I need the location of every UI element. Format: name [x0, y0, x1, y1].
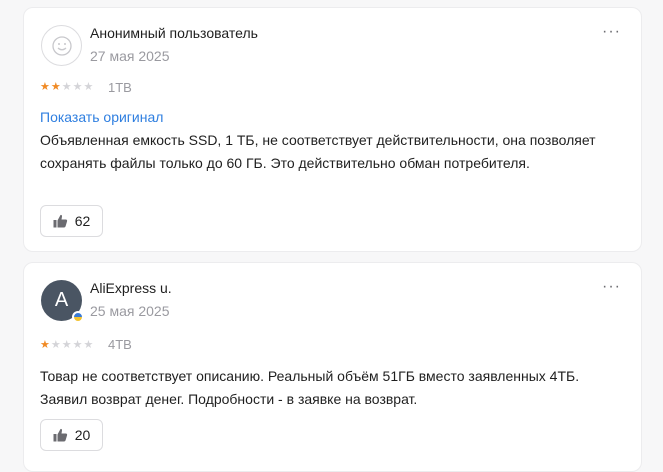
flag-badge-icon — [72, 311, 84, 323]
avatar: A — [41, 280, 84, 323]
like-count: 62 — [74, 213, 91, 229]
like-button[interactable]: 20 — [40, 419, 103, 451]
thumbs-up-icon — [53, 214, 67, 228]
product-variant: 4TB — [108, 337, 132, 352]
star-icon: ★ — [40, 339, 50, 351]
star-icon: ★ — [40, 81, 50, 93]
star-rating: ★ ★ ★ ★ ★ — [40, 82, 93, 93]
star-icon: ★ — [83, 81, 94, 93]
more-options-icon[interactable]: ··· — [602, 24, 621, 40]
product-variant: 1TB — [108, 80, 132, 95]
more-options-icon[interactable]: ··· — [602, 279, 621, 295]
avatar — [41, 25, 82, 66]
show-original-link[interactable]: Показать оригинал — [40, 109, 163, 125]
star-rating: ★ ★ ★ ★ ★ — [40, 340, 93, 351]
star-icon: ★ — [72, 339, 83, 351]
star-icon: ★ — [61, 339, 72, 351]
review-text: Товар не соответствует описанию. Реальны… — [40, 368, 580, 407]
review-date: 27 мая 2025 — [90, 48, 170, 64]
like-count: 20 — [74, 427, 91, 443]
star-icon: ★ — [50, 339, 61, 351]
author-name: Анонимный пользователь — [90, 25, 258, 41]
star-icon: ★ — [61, 81, 72, 93]
star-icon: ★ — [50, 81, 61, 93]
avatar-letter: A — [54, 289, 69, 311]
star-icon: ★ — [83, 339, 94, 351]
like-button[interactable]: 62 — [40, 205, 103, 237]
author-name: AliExpress u. — [90, 280, 172, 296]
thumbs-up-icon — [53, 428, 67, 442]
smiley-icon — [52, 36, 72, 56]
review-card: Анонимный пользователь 27 мая 2025 ··· ★… — [23, 7, 642, 252]
review-date: 25 мая 2025 — [90, 303, 170, 319]
review-text: Объявленная емкость SSD, 1 ТБ, не соотве… — [40, 132, 596, 171]
star-icon: ★ — [72, 81, 83, 93]
review-card: A AliExpress u. 25 мая 2025 ··· ★ ★ ★ ★ … — [23, 262, 642, 472]
